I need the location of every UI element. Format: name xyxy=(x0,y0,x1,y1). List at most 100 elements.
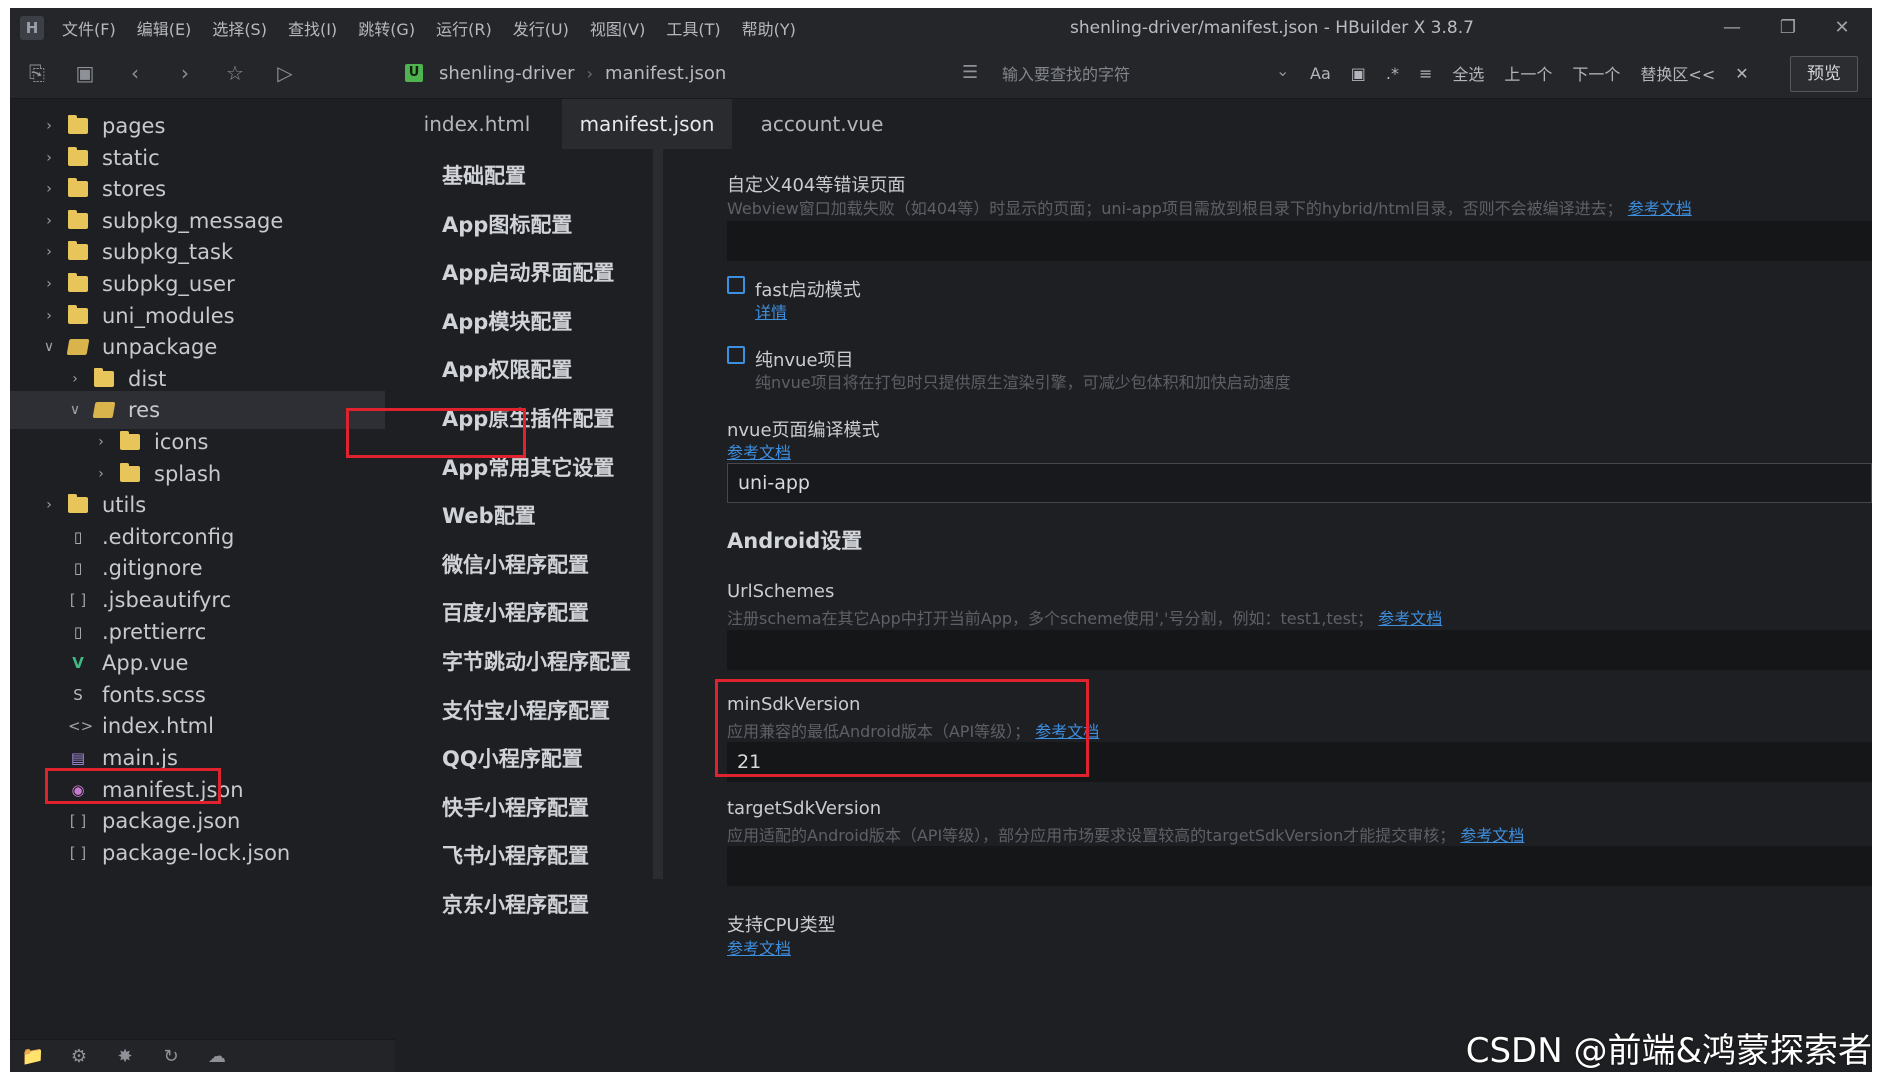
tab-manifest-json[interactable]: manifest.json xyxy=(562,99,732,149)
fast-start-checkbox[interactable] xyxy=(727,276,745,294)
tree-item-label: .jsbeautifyrc xyxy=(102,588,232,612)
target-sdk-doc-link[interactable]: 参考文档 xyxy=(1460,826,1524,845)
pure-nvue-checkbox[interactable] xyxy=(727,346,745,364)
restore-icon[interactable]: ❐ xyxy=(1768,14,1808,42)
preview-button[interactable]: 预览 xyxy=(1790,56,1858,92)
regex-icon[interactable]: .* xyxy=(1386,64,1399,83)
chevron-right-icon[interactable]: › xyxy=(92,466,110,482)
back-icon[interactable]: ‹ xyxy=(122,60,148,86)
chevron-right-icon[interactable]: › xyxy=(66,371,84,387)
folder-icon xyxy=(120,462,140,482)
config-nav-scrollbar[interactable] xyxy=(653,149,663,879)
menu-tools[interactable]: 工具(T) xyxy=(666,16,720,40)
window-title: shenling-driver/manifest.json - HBuilder… xyxy=(1070,18,1474,38)
config-nav-item[interactable]: App模块配置 xyxy=(442,299,572,345)
plugin-icon[interactable]: ⚙ xyxy=(56,1046,102,1067)
folder-icon xyxy=(68,241,88,261)
folder-icon xyxy=(120,431,140,450)
brace-file-icon: [ ] xyxy=(69,812,87,831)
error-page-input[interactable] xyxy=(727,221,1872,261)
star-icon[interactable]: ☆ xyxy=(222,60,248,86)
config-nav-item[interactable]: 字节跳动小程序配置 xyxy=(442,639,631,685)
nvue-compile-doc-link[interactable]: 参考文档 xyxy=(727,443,791,462)
find-icon: ☰ xyxy=(962,62,979,83)
menu-help[interactable]: 帮助(Y) xyxy=(742,16,796,40)
vue-file-icon: V xyxy=(72,654,84,673)
chevron-right-icon[interactable]: › xyxy=(40,213,58,229)
fast-start-details-link[interactable]: 详情 xyxy=(755,303,787,322)
close-icon[interactable]: ✕ xyxy=(1822,14,1862,42)
chevron-right-icon[interactable]: › xyxy=(92,434,110,450)
target-sdk-input[interactable] xyxy=(727,846,1872,886)
config-nav-item[interactable]: App图标配置 xyxy=(442,202,572,248)
select-all-button[interactable]: 全选 xyxy=(1452,61,1484,85)
chevron-right-icon[interactable]: › xyxy=(40,150,58,166)
save-icon[interactable]: ▣ xyxy=(72,60,98,86)
chevron-right-icon[interactable]: › xyxy=(40,276,58,292)
tree-item-package-lock-json[interactable]: [ ] package-lock.json xyxy=(10,834,385,872)
cloud-icon[interactable]: ☁ xyxy=(194,1046,240,1067)
scss-file-icon: S xyxy=(73,685,83,704)
breadcrumb-project[interactable]: shenling-driver xyxy=(439,63,575,84)
url-schemes-doc-link[interactable]: 参考文档 xyxy=(1378,609,1442,628)
replace-toggle-button[interactable]: 替换区<< xyxy=(1640,61,1715,85)
target-sdk-desc-text: 应用适配的Android版本（API等级），部分应用市场要求设置较高的targe… xyxy=(727,826,1456,845)
minimize-icon[interactable]: — xyxy=(1712,14,1752,42)
whole-word-icon[interactable]: ▣ xyxy=(1351,64,1366,83)
chevron-down-icon[interactable]: ∨ xyxy=(66,402,84,418)
chevron-right-icon[interactable]: › xyxy=(40,118,58,134)
error-page-doc-link[interactable]: 参考文档 xyxy=(1628,199,1692,218)
android-section-title: Android设置 xyxy=(727,529,863,553)
menu-file[interactable]: 文件(F) xyxy=(62,16,116,40)
menu-find[interactable]: 查找(I) xyxy=(288,16,337,40)
folder-icon xyxy=(68,304,88,324)
config-nav-item[interactable]: Web配置 xyxy=(442,493,536,539)
menu-select[interactable]: 选择(S) xyxy=(212,16,267,40)
project-manager-icon[interactable]: 📁 xyxy=(10,1046,56,1067)
tree-item-label: .editorconfig xyxy=(102,524,235,549)
config-nav-item[interactable]: 基础配置 xyxy=(442,153,526,199)
run-icon[interactable]: ▷ xyxy=(272,60,298,86)
menu-view[interactable]: 视图(V) xyxy=(590,16,645,40)
new-file-icon[interactable]: ⎘ xyxy=(24,60,50,86)
find-input[interactable] xyxy=(1000,58,1294,90)
manifest-file-highlight-box xyxy=(45,768,221,804)
chevron-down-icon[interactable]: ⌄ xyxy=(1276,61,1289,80)
config-nav-item[interactable]: App启动界面配置 xyxy=(442,250,614,296)
config-nav-item[interactable]: 微信小程序配置 xyxy=(442,542,589,588)
cpu-type-doc-link[interactable]: 参考文档 xyxy=(727,939,791,958)
chevron-right-icon[interactable]: › xyxy=(40,308,58,324)
menu-edit[interactable]: 编辑(E) xyxy=(137,16,192,40)
forward-icon[interactable]: › xyxy=(172,60,198,86)
config-nav-item[interactable]: QQ小程序配置 xyxy=(442,736,583,782)
next-match-button[interactable]: 下一个 xyxy=(1572,61,1620,85)
chevron-right-icon[interactable]: › xyxy=(40,244,58,260)
chevron-right-icon[interactable]: › xyxy=(40,497,58,513)
tab-account-vue[interactable]: account.vue xyxy=(742,99,902,149)
nvue-compile-select[interactable] xyxy=(727,463,1872,503)
tree-item-label: stores xyxy=(102,177,167,202)
chevron-down-icon[interactable]: ∨ xyxy=(40,339,58,355)
wrap-icon[interactable]: ≡ xyxy=(1419,64,1432,83)
config-nav-item[interactable]: App权限配置 xyxy=(442,347,572,393)
breadcrumb-file[interactable]: manifest.json xyxy=(605,63,726,84)
config-nav-item[interactable]: 快手小程序配置 xyxy=(442,785,589,831)
match-case-button[interactable]: Aa xyxy=(1310,64,1331,83)
chevron-right-icon[interactable]: › xyxy=(40,181,58,197)
config-nav-item[interactable]: 京东小程序配置 xyxy=(442,882,589,928)
menu-goto[interactable]: 跳转(G) xyxy=(358,16,415,40)
menu-publish[interactable]: 发行(U) xyxy=(513,16,569,40)
tab-index-html[interactable]: index.html xyxy=(402,99,552,149)
refresh-icon[interactable]: ↻ xyxy=(148,1046,194,1067)
pure-nvue-desc: 纯nvue项目将在打包时只提供原生渲染引擎，可减少包体积和加快启动速度 xyxy=(755,373,1291,392)
close-find-icon[interactable]: ✕ xyxy=(1735,64,1748,83)
tree-item-label: package.json xyxy=(102,809,241,834)
menubar: H 文件(F) 编辑(E) 选择(S) 查找(I) 跳转(G) 运行(R) 发行… xyxy=(10,8,1872,48)
config-nav-item[interactable]: 支付宝小程序配置 xyxy=(442,688,610,734)
previous-match-button[interactable]: 上一个 xyxy=(1504,61,1552,85)
menu-run[interactable]: 运行(R) xyxy=(436,16,492,40)
url-schemes-input[interactable] xyxy=(727,630,1872,670)
config-nav-item[interactable]: 飞书小程序配置 xyxy=(442,833,589,879)
config-nav-item[interactable]: 百度小程序配置 xyxy=(442,590,589,636)
debug-icon[interactable]: ✸ xyxy=(102,1046,148,1067)
